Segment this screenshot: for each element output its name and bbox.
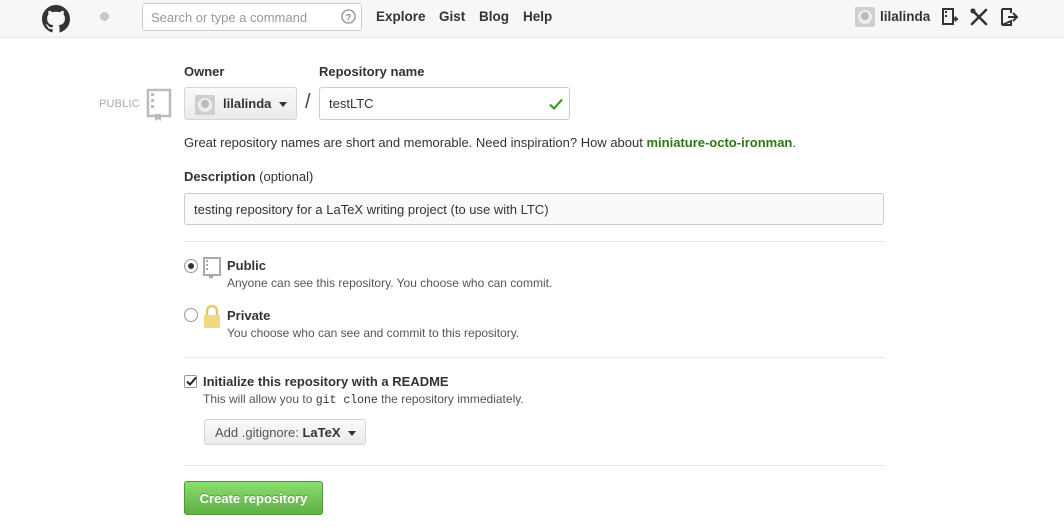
readme-title[interactable]: Initialize this repository with a README bbox=[203, 374, 449, 389]
nav-gist[interactable]: Gist bbox=[439, 9, 465, 24]
repo-name-field[interactable] bbox=[319, 87, 570, 120]
readme-checkbox[interactable] bbox=[184, 375, 197, 388]
gitignore-value: LaTeX bbox=[302, 425, 341, 440]
repo-name-hint: Great repository names are short and mem… bbox=[184, 135, 796, 150]
search-input[interactable] bbox=[143, 4, 333, 30]
private-title: Private bbox=[227, 308, 271, 323]
repo-name-label: Repository name bbox=[319, 64, 425, 79]
readme-desc-code: git clone bbox=[315, 394, 378, 407]
notifications-dot-icon[interactable] bbox=[100, 12, 109, 21]
description-label: Description (optional) bbox=[184, 169, 313, 184]
owner-select-button[interactable]: lilalinda bbox=[184, 87, 297, 120]
name-suggestion-link[interactable]: miniature-octo-ironman bbox=[646, 135, 792, 150]
repo-name-input[interactable] bbox=[320, 88, 540, 119]
repo-public-icon bbox=[203, 257, 221, 279]
readme-desc-suffix: the repository immediately. bbox=[377, 392, 524, 406]
gitignore-prefix: Add .gitignore: bbox=[215, 425, 303, 440]
sign-out-icon[interactable] bbox=[999, 7, 1019, 27]
nav-blog[interactable]: Blog bbox=[479, 9, 509, 24]
svg-text:?: ? bbox=[346, 12, 352, 22]
description-field[interactable] bbox=[184, 193, 884, 225]
settings-icon[interactable] bbox=[969, 7, 989, 27]
username-link[interactable]: lilalinda bbox=[880, 9, 930, 24]
public-radio[interactable] bbox=[184, 259, 198, 273]
help-icon[interactable]: ? bbox=[341, 9, 356, 24]
chevron-down-icon bbox=[348, 431, 356, 436]
repo-icon bbox=[146, 88, 172, 121]
owner-value: lilalinda bbox=[223, 96, 272, 111]
github-logo-icon[interactable] bbox=[42, 5, 70, 33]
owner-label: Owner bbox=[184, 64, 225, 79]
chevron-down-icon bbox=[279, 102, 287, 107]
avatar-octocat-icon bbox=[858, 10, 872, 24]
public-description: Anyone can see this repository. You choo… bbox=[227, 276, 553, 290]
nav-help[interactable]: Help bbox=[523, 9, 552, 24]
gitignore-label: Add .gitignore: LaTeX bbox=[215, 425, 341, 440]
public-title: Public bbox=[227, 258, 267, 273]
checkmark-icon bbox=[186, 376, 197, 386]
divider bbox=[184, 357, 884, 358]
search-box[interactable]: ? bbox=[142, 3, 362, 31]
divider bbox=[184, 465, 884, 466]
top-header: ? Explore Gist Blog Help lilalinda bbox=[0, 0, 1064, 38]
readme-description: This will allow you to git clone the rep… bbox=[203, 392, 524, 407]
owner-avatar-icon bbox=[198, 98, 212, 112]
lock-icon bbox=[204, 305, 220, 328]
private-radio[interactable] bbox=[184, 308, 198, 322]
owner-avatar bbox=[195, 95, 215, 115]
nav-explore[interactable]: Explore bbox=[376, 9, 426, 24]
divider bbox=[184, 241, 884, 242]
description-label-text: Description bbox=[184, 169, 256, 184]
public-indicator-label: PUBLIC bbox=[99, 98, 140, 110]
avatar[interactable] bbox=[855, 7, 875, 27]
valid-check-icon bbox=[549, 98, 563, 111]
description-input[interactable] bbox=[185, 194, 883, 224]
hint-text: Great repository names are short and mem… bbox=[184, 135, 647, 150]
readme-desc-prefix: This will allow you to bbox=[203, 392, 316, 406]
description-optional: (optional) bbox=[259, 169, 314, 184]
owner-repo-separator: / bbox=[305, 91, 311, 113]
create-repository-button[interactable]: Create repository bbox=[184, 481, 323, 515]
private-description: You choose who can see and commit to thi… bbox=[227, 326, 520, 340]
new-repo-icon[interactable] bbox=[939, 7, 959, 27]
gitignore-select-button[interactable]: Add .gitignore: LaTeX bbox=[204, 419, 366, 445]
hint-period: . bbox=[792, 135, 796, 150]
